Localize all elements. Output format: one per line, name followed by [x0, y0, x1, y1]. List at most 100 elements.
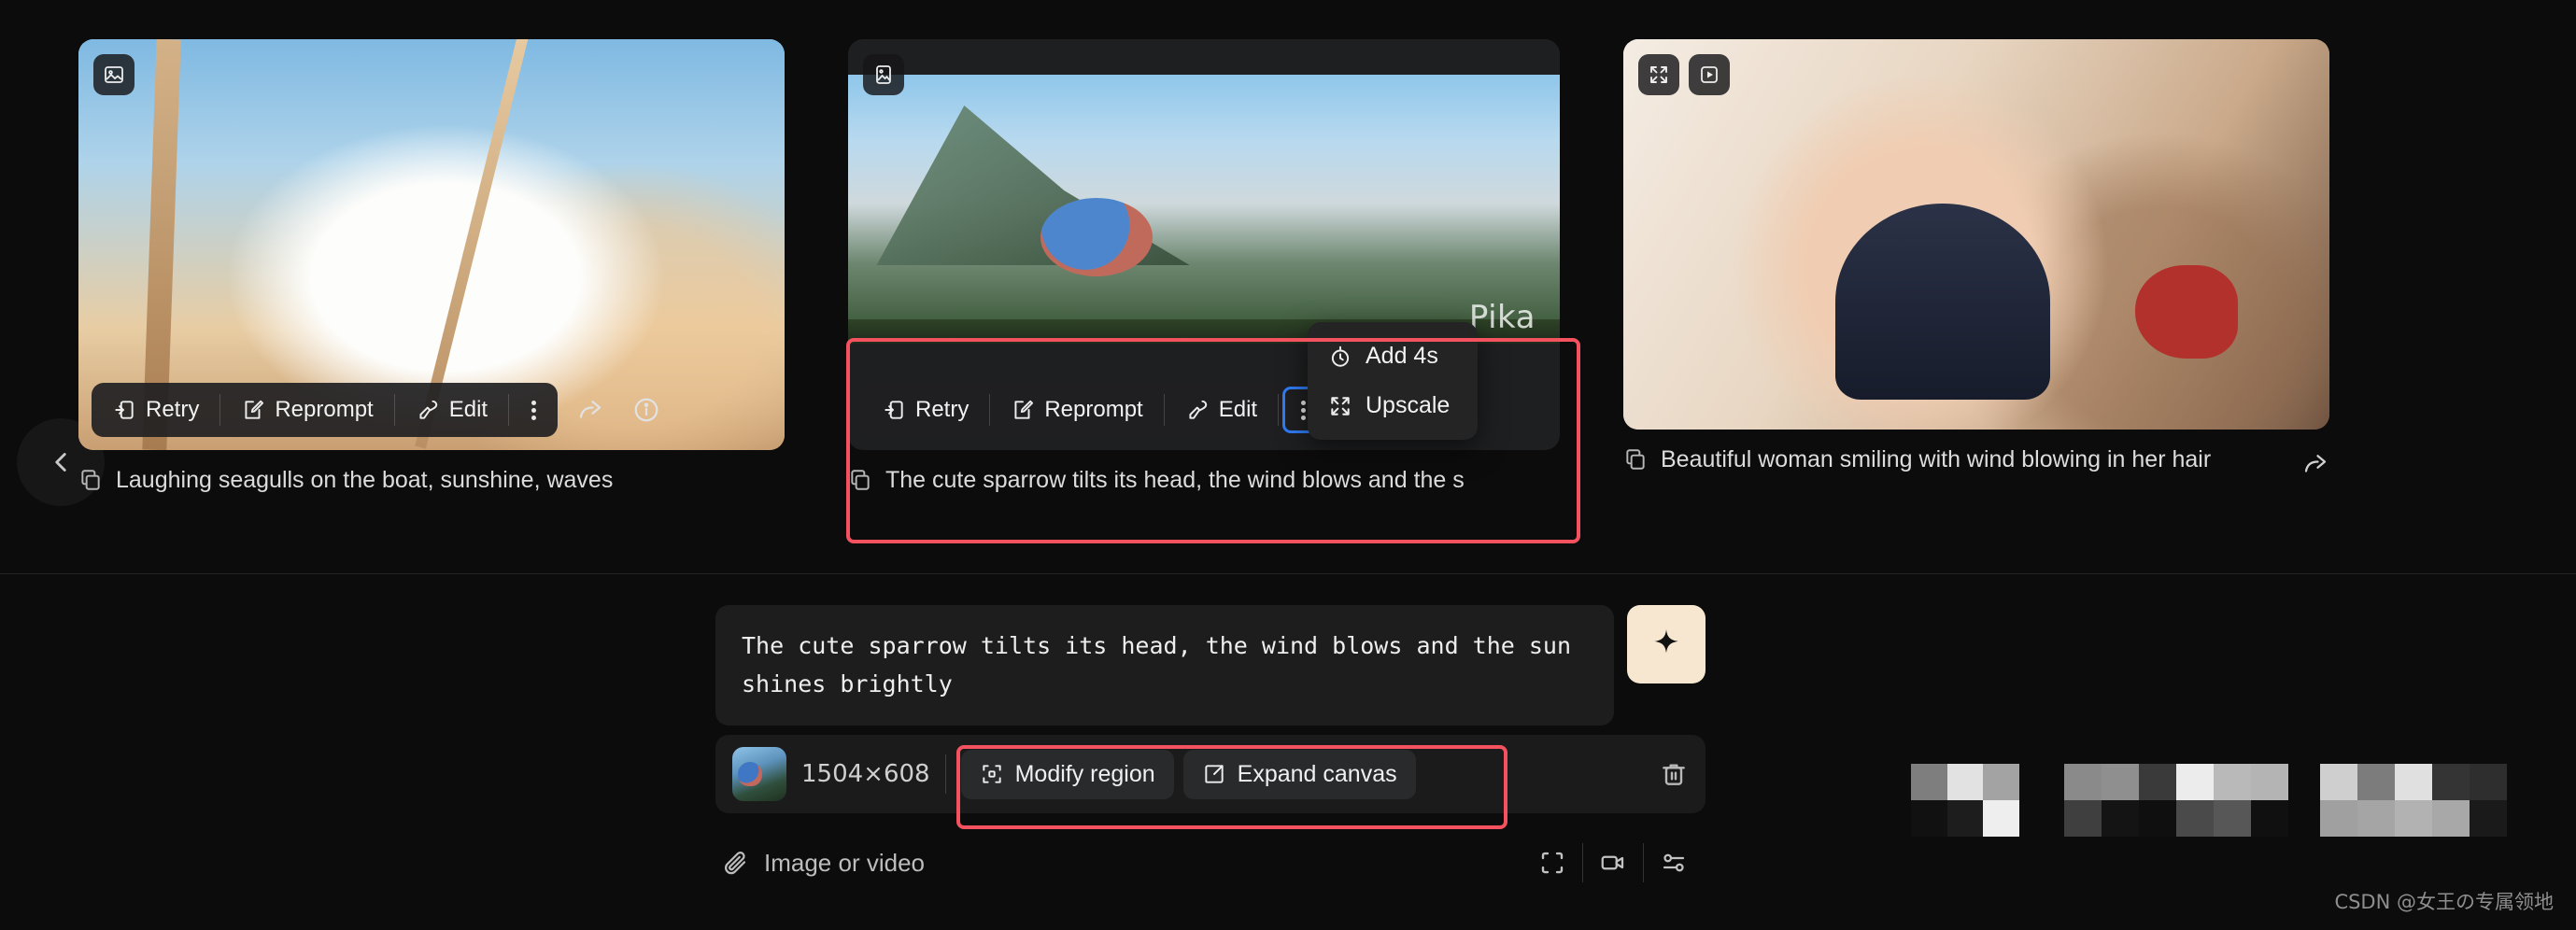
- copy-icon-wrap[interactable]: [1623, 447, 1648, 481]
- mosaic-cell: [2176, 764, 2214, 800]
- brush-icon: [419, 400, 437, 419]
- attachment-thumbnail[interactable]: [732, 747, 786, 801]
- menu-item-add-4s[interactable]: Add 4s: [1315, 331, 1470, 381]
- share-icon: [2304, 455, 2327, 472]
- mosaic-cell: [2357, 800, 2395, 837]
- card-toolbar: Retry Reprompt Edit: [861, 383, 1328, 437]
- retry-button[interactable]: Retry: [97, 388, 214, 432]
- reprompt-label: Reprompt: [1044, 397, 1143, 422]
- chip-label: Expand canvas: [1237, 760, 1397, 787]
- modify-region-button[interactable]: Modify region: [960, 749, 1174, 799]
- mosaic-cell: [2320, 800, 2357, 837]
- image-badge-button[interactable]: [863, 54, 904, 95]
- card-media[interactable]: [1623, 39, 2329, 430]
- attachment-row: 1504×608 Modify region Expand canvas: [715, 735, 1706, 813]
- app-root: Retry Reprompt Edit Laughing seagulls on…: [0, 0, 2576, 930]
- mosaic-cell: [1911, 800, 1947, 837]
- tools-separator: [1643, 843, 1644, 882]
- expand-canvas-button[interactable]: Expand canvas: [1182, 749, 1416, 799]
- mosaic-cell: [2432, 764, 2470, 800]
- image-icon: [876, 65, 891, 84]
- mosaic-cell: [2214, 764, 2251, 800]
- info-icon: [634, 398, 658, 422]
- image-icon: [105, 66, 123, 83]
- image-badge-button[interactable]: [93, 54, 134, 95]
- kebab-dot: [1300, 407, 1306, 413]
- attachment-dimensions: 1504×608: [801, 760, 930, 788]
- info-button[interactable]: [623, 387, 670, 433]
- mosaic-cell: [1911, 764, 1947, 800]
- edit-button[interactable]: Edit: [401, 388, 502, 432]
- card-badges: [1638, 54, 1730, 95]
- card-media[interactable]: Retry Reprompt Edit: [78, 39, 785, 450]
- retry-label: Retry: [146, 397, 200, 422]
- decor-dress: [1834, 203, 2050, 400]
- censored-block-3: [2320, 764, 2507, 837]
- settings-button[interactable]: [1648, 839, 1700, 886]
- card-caption: The cute sparrow tilts its head, the win…: [848, 465, 1560, 493]
- section-divider: [0, 573, 2576, 574]
- composer: The cute sparrow tilts its head, the win…: [715, 605, 1706, 895]
- video-mode-button[interactable]: [1587, 839, 1639, 886]
- copy-icon: [851, 470, 870, 490]
- play-badge-button[interactable]: [1689, 54, 1730, 95]
- modify-region-icon: [982, 765, 1001, 783]
- kebab-dot: [531, 407, 536, 413]
- reprompt-button[interactable]: Reprompt: [226, 388, 388, 432]
- retry-button[interactable]: Retry: [867, 388, 984, 432]
- toolbar-separator: [219, 394, 221, 426]
- menu-item-upscale[interactable]: Upscale: [1315, 381, 1470, 430]
- mosaic-cell: [2102, 800, 2139, 837]
- caption-text: The cute sparrow tilts its head, the win…: [885, 467, 1465, 493]
- copy-icon-wrap[interactable]: [78, 468, 103, 501]
- mosaic-cell: [2432, 800, 2470, 837]
- menu-item-label: Add 4s: [1366, 343, 1438, 369]
- card-caption: Laughing seagulls on the boat, sunshine,…: [78, 465, 785, 501]
- card-badges: [863, 54, 904, 95]
- caption-text: Laughing seagulls on the boat, sunshine,…: [116, 467, 614, 493]
- mosaic-cell: [2470, 800, 2507, 837]
- prompt-input[interactable]: The cute sparrow tilts its head, the win…: [715, 605, 1614, 726]
- censored-block-1: [1911, 764, 2019, 837]
- mosaic-cell: [2395, 800, 2432, 837]
- pika-watermark: Pika: [1468, 299, 1536, 336]
- expand-canvas-icon: [1205, 765, 1224, 783]
- mosaic-cell: [2251, 764, 2288, 800]
- play-icon: [1701, 66, 1718, 83]
- reprompt-label: Reprompt: [275, 397, 374, 422]
- prompt-row: The cute sparrow tilts its head, the win…: [715, 605, 1706, 726]
- fullscreen-badge-button[interactable]: [1638, 54, 1679, 95]
- edit-button[interactable]: Edit: [1170, 388, 1272, 432]
- share-button[interactable]: [567, 387, 614, 433]
- mosaic-cell: [2395, 764, 2432, 800]
- mosaic-cell: [2470, 764, 2507, 800]
- crop-frame-icon: [1541, 852, 1564, 874]
- mosaic-cell: [2064, 764, 2102, 800]
- toolbar-separator: [989, 394, 991, 426]
- edit-label: Edit: [448, 397, 488, 422]
- retry-icon: [885, 401, 903, 419]
- chip-label: Modify region: [1014, 760, 1155, 787]
- kebab-dot: [531, 400, 536, 405]
- attach-media-button[interactable]: Image or video: [721, 849, 925, 878]
- copy-icon-wrap[interactable]: [848, 468, 872, 493]
- retry-icon: [115, 401, 134, 419]
- generate-button[interactable]: [1627, 605, 1706, 683]
- reprompt-button[interactable]: Reprompt: [996, 388, 1157, 432]
- sparkle-icon: [1654, 629, 1678, 654]
- trash-icon: [1663, 764, 1685, 785]
- mosaic-cell: [1983, 764, 2019, 800]
- mosaic-cell: [2064, 800, 2102, 837]
- more-options-button[interactable]: [515, 388, 552, 431]
- menu-item-label: Upscale: [1366, 392, 1451, 418]
- brush-icon: [1189, 400, 1207, 419]
- page-credit: CSDN @女王の专属领地: [2334, 891, 2554, 913]
- retry-label: Retry: [915, 397, 970, 422]
- mosaic-cell: [2357, 764, 2395, 800]
- share-button[interactable]: [2301, 450, 2329, 487]
- delete-attachment-button[interactable]: [1659, 759, 1689, 789]
- mosaic-cell: [2176, 800, 2214, 837]
- mosaic-cell: [2139, 764, 2176, 800]
- aspect-ratio-button[interactable]: [1526, 839, 1578, 886]
- reprompt-icon: [1014, 400, 1034, 419]
